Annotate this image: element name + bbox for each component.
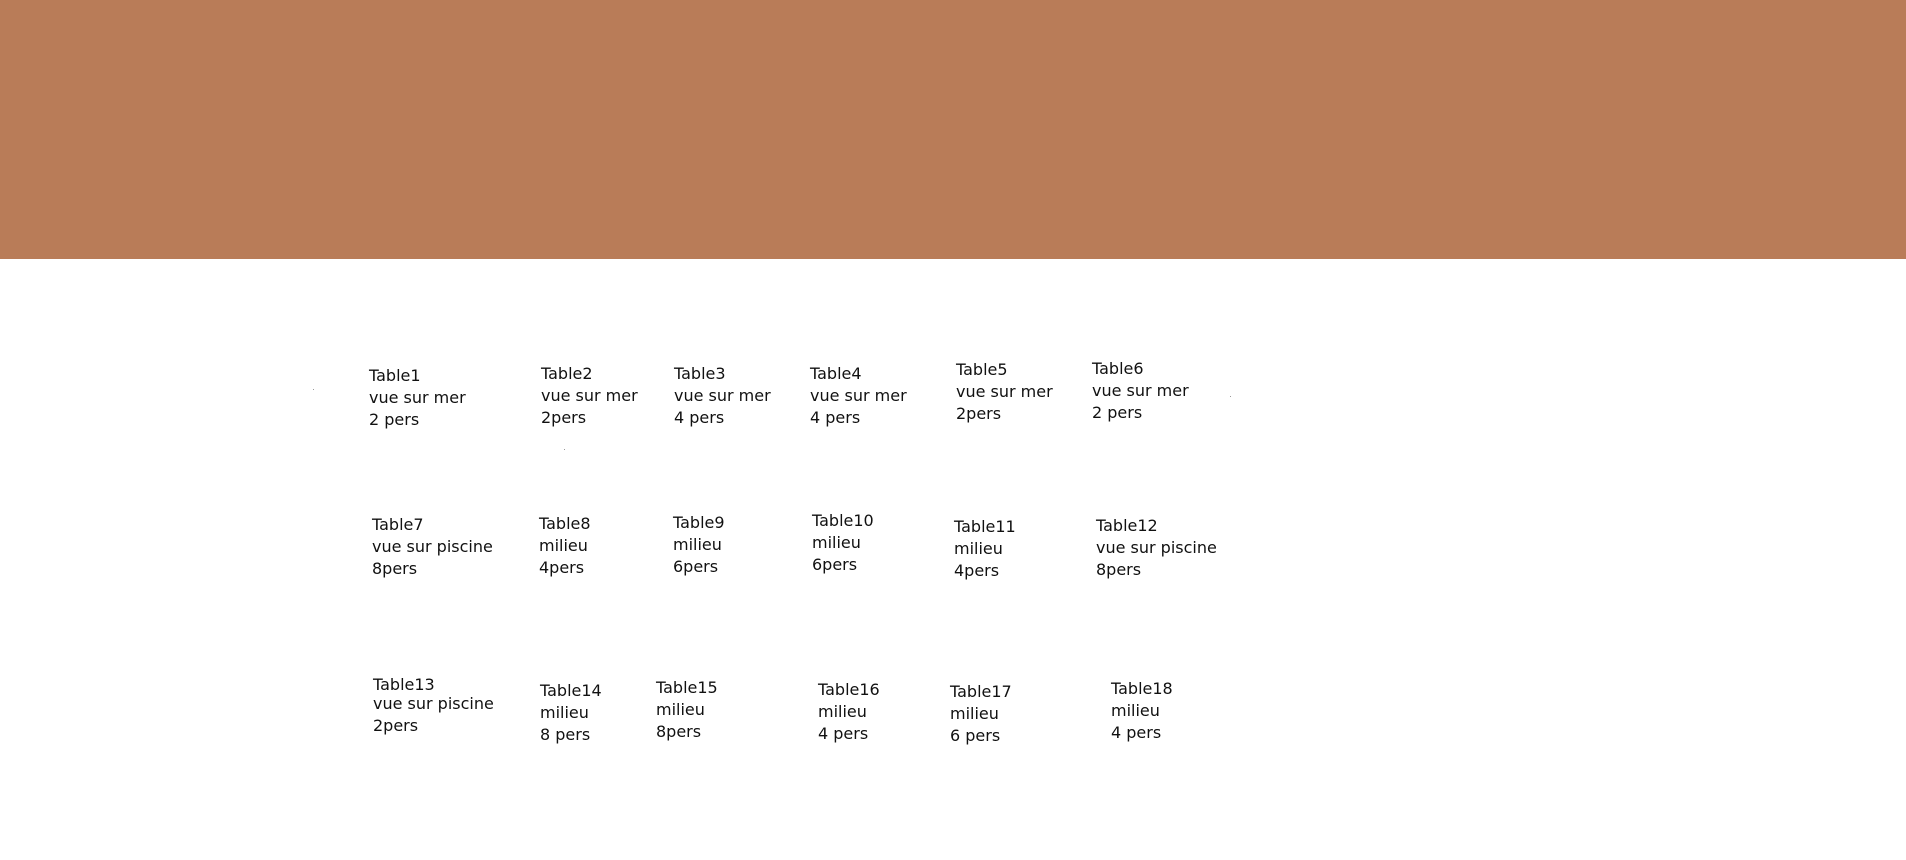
table-capacity: 2 pers: [369, 410, 420, 429]
table-location: vue sur mer: [810, 386, 907, 405]
table-capacity: 4 pers: [810, 408, 861, 427]
table-name: Table10: [812, 511, 874, 530]
table-capacity: 4 pers: [818, 724, 869, 743]
table-name: Table13: [373, 675, 435, 694]
table-name: Table4: [810, 364, 862, 383]
table-capacity: 8pers: [1096, 560, 1142, 579]
table-card-3[interactable]: Table3 vue sur mer 4 pers: [674, 363, 771, 429]
table-capacity: 4pers: [539, 558, 585, 577]
stray-dot: [564, 449, 565, 450]
table-card-11[interactable]: Table11 milieu 4pers: [954, 516, 1016, 582]
table-location: vue sur mer: [369, 388, 466, 407]
table-capacity: 8pers: [372, 559, 418, 578]
table-name: Table17: [950, 682, 1012, 701]
table-capacity: 2pers: [956, 404, 1002, 423]
table-location: vue sur piscine: [1096, 538, 1217, 557]
table-card-6[interactable]: Table6 vue sur mer 2 pers: [1092, 358, 1189, 424]
table-capacity: 8 pers: [540, 725, 591, 744]
table-name: Table12: [1096, 516, 1158, 535]
table-card-16[interactable]: Table16 milieu 4 pers: [818, 679, 880, 745]
table-capacity: 4 pers: [1111, 723, 1162, 742]
table-capacity: 2pers: [541, 408, 587, 427]
table-card-10[interactable]: Table10 milieu 6pers: [812, 510, 874, 576]
table-card-18[interactable]: Table18 milieu 4 pers: [1111, 678, 1173, 744]
table-name: Table11: [954, 517, 1016, 536]
stray-dot: [313, 389, 314, 390]
table-name: Table15: [656, 678, 718, 697]
table-card-14[interactable]: Table14 milieu 8 pers: [540, 680, 602, 746]
table-card-5[interactable]: Table5 vue sur mer 2pers: [956, 359, 1053, 425]
table-location: vue sur mer: [956, 382, 1053, 401]
table-card-1[interactable]: Table1 vue sur mer 2 pers: [369, 365, 466, 431]
table-location: milieu: [656, 700, 705, 719]
table-location: vue sur piscine: [373, 694, 494, 713]
table-name: Table16: [818, 680, 880, 699]
table-capacity: 2 pers: [1092, 403, 1143, 422]
table-location: milieu: [539, 536, 588, 555]
table-capacity: 4 pers: [674, 408, 725, 427]
table-location: milieu: [540, 703, 589, 722]
table-card-9[interactable]: Table9 milieu 6pers: [673, 512, 725, 578]
table-capacity: 8pers: [656, 722, 702, 741]
top-banner: [0, 0, 1906, 259]
table-card-13[interactable]: Table13 vue sur piscine 2pers: [373, 675, 494, 735]
table-name: Table6: [1092, 359, 1144, 378]
table-card-8[interactable]: Table8 milieu 4pers: [539, 513, 591, 579]
table-card-12[interactable]: Table12 vue sur piscine 8pers: [1096, 515, 1217, 581]
table-location: milieu: [673, 535, 722, 554]
table-location: milieu: [812, 533, 861, 552]
table-name: Table7: [372, 515, 424, 534]
stray-dot: [1230, 396, 1231, 397]
table-location: vue sur piscine: [372, 537, 493, 556]
table-name: Table5: [956, 360, 1008, 379]
table-name: Table1: [369, 366, 421, 385]
table-card-7[interactable]: Table7 vue sur piscine 8pers: [372, 514, 493, 580]
table-card-2[interactable]: Table2 vue sur mer 2pers: [541, 363, 638, 429]
table-card-4[interactable]: Table4 vue sur mer 4 pers: [810, 363, 907, 429]
table-location: milieu: [1111, 701, 1160, 720]
table-location: vue sur mer: [1092, 381, 1189, 400]
table-name: Table8: [539, 514, 591, 533]
table-location: milieu: [954, 539, 1003, 558]
table-name: Table18: [1111, 679, 1173, 698]
table-location: milieu: [818, 702, 867, 721]
table-card-15[interactable]: Table15 milieu 8pers: [656, 677, 718, 743]
table-name: Table3: [674, 364, 726, 383]
table-location: milieu: [950, 704, 999, 723]
table-name: Table2: [541, 364, 593, 383]
table-name: Table14: [540, 681, 602, 700]
table-name: Table9: [673, 513, 725, 532]
table-capacity: 6 pers: [950, 726, 1001, 745]
table-location: vue sur mer: [541, 386, 638, 405]
table-card-17[interactable]: Table17 milieu 6 pers: [950, 681, 1012, 747]
table-capacity: 2pers: [373, 716, 419, 735]
table-capacity: 6pers: [673, 557, 719, 576]
table-location: vue sur mer: [674, 386, 771, 405]
table-capacity: 6pers: [812, 555, 858, 574]
table-capacity: 4pers: [954, 561, 1000, 580]
